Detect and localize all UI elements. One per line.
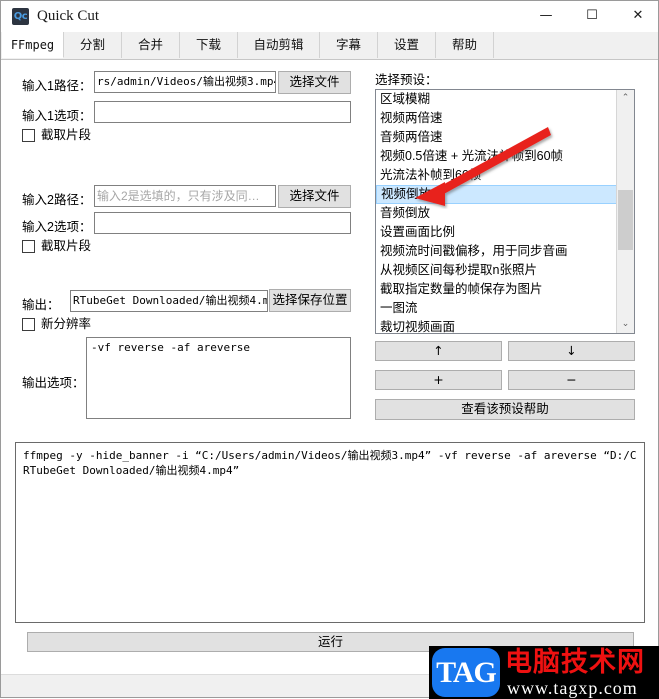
tab-settings[interactable]: 设置 [378, 32, 436, 58]
input1-path-field[interactable]: rs/admin/Videos/输出视频3.mp4 [94, 71, 276, 93]
watermark-site-name: 电脑技术网 [505, 647, 645, 678]
tab-help[interactable]: 帮助 [436, 32, 494, 58]
output-path-field[interactable]: RTubeGet Downloaded/输出视频4.mp4 [70, 290, 268, 312]
input2-choose-file-button[interactable]: 选择文件 [278, 185, 351, 208]
input2-options-label: 输入2选项： [22, 220, 92, 234]
preset-item-4[interactable]: 光流法补帧到60帧 [376, 166, 617, 185]
maximize-button[interactable]: ☐ [569, 1, 615, 31]
output-options-label: 输出选项： [22, 376, 85, 390]
input2-clip-label: 截取片段 [41, 239, 92, 253]
preset-item-0[interactable]: 区域模糊 [376, 90, 617, 109]
preset-listbox[interactable]: 区域模糊 视频两倍速 音频两倍速 视频0.5倍速 + 光流法补帧到60帧 光流法… [375, 89, 635, 334]
tab-merge[interactable]: 合并 [122, 32, 180, 58]
minimize-button[interactable]: — [523, 1, 569, 31]
preset-item-6[interactable]: 音频倒放 [376, 204, 617, 223]
choose-save-location-button[interactable]: 选择保存位置 [269, 289, 351, 312]
input1-options-label: 输入1选项： [22, 109, 92, 123]
input2-path-field[interactable]: 输入2是选填的，只有涉及同… [94, 185, 276, 207]
tab-split[interactable]: 分割 [64, 32, 122, 58]
input2-options-field[interactable] [94, 212, 351, 234]
tab-subtitle[interactable]: 字幕 [320, 32, 378, 58]
watermark-badge-text: TAG [436, 656, 497, 689]
input2-clip-checkbox[interactable] [22, 240, 35, 253]
close-button[interactable]: ✕ [615, 1, 659, 31]
preset-help-button[interactable]: 查看该预设帮助 [375, 399, 635, 420]
input1-path-label: 输入1路径： [22, 79, 92, 93]
input2-path-label: 输入2路径： [22, 193, 92, 207]
watermark-url: www.tagxp.com [507, 678, 638, 698]
preset-item-1[interactable]: 视频两倍速 [376, 109, 617, 128]
scroll-down-icon[interactable]: ⌄ [617, 316, 634, 333]
output-options-textarea[interactable]: -vf reverse -af areverse [86, 337, 351, 419]
preset-remove-button[interactable]: − [508, 370, 635, 390]
quick-cut-window: Qc Quick Cut — ☐ ✕ FFmpeg 分割 合并 下载 自动剪辑 … [0, 0, 659, 699]
input1-clip-label: 截取片段 [41, 128, 92, 142]
window-title: Quick Cut [37, 8, 100, 24]
preset-item-2[interactable]: 音频两倍速 [376, 128, 617, 147]
preset-item-9[interactable]: 从视频区间每秒提取n张照片 [376, 261, 617, 280]
preset-item-11[interactable]: 一图流 [376, 299, 617, 318]
input1-clip-checkbox[interactable] [22, 129, 35, 142]
app-logo-icon: Qc [12, 8, 29, 25]
preset-item-3[interactable]: 视频0.5倍速 + 光流法补帧到60帧 [376, 147, 617, 166]
tab-auto-edit[interactable]: 自动剪辑 [238, 32, 320, 58]
preset-add-button[interactable]: + [375, 370, 502, 390]
input1-choose-file-button[interactable]: 选择文件 [278, 71, 351, 94]
preset-scrollbar[interactable]: ⌃ ⌄ [616, 90, 634, 333]
preset-item-12[interactable]: 裁切视频画面 [376, 318, 617, 333]
new-resolution-label: 新分辨率 [41, 317, 92, 331]
watermark: TAG 电脑技术网 www.tagxp.com [429, 646, 659, 699]
preset-list: 区域模糊 视频两倍速 音频两倍速 视频0.5倍速 + 光流法补帧到60帧 光流法… [376, 90, 617, 333]
preset-move-down-button[interactable]: ↓ [508, 341, 635, 361]
tab-ffmpeg[interactable]: FFmpeg [2, 32, 64, 58]
preset-section-title: 选择预设： [375, 73, 438, 87]
output-label: 输出： [22, 298, 60, 312]
scroll-up-icon[interactable]: ⌃ [617, 90, 634, 107]
preset-move-up-button[interactable]: ↑ [375, 341, 502, 361]
watermark-badge-icon: TAG [432, 648, 500, 697]
tab-bar: FFmpeg 分割 合并 下载 自动剪辑 字幕 设置 帮助 [1, 32, 658, 60]
preset-item-5-selected[interactable]: 视频倒放 [376, 185, 617, 204]
preset-item-10[interactable]: 截取指定数量的帧保存为图片 [376, 280, 617, 299]
command-preview-box[interactable]: ffmpeg -y -hide_banner -i “C:/Users/admi… [15, 442, 645, 623]
input1-options-field[interactable] [94, 101, 351, 123]
new-resolution-checkbox[interactable] [22, 318, 35, 331]
preset-item-8[interactable]: 视频流时间戳偏移，用于同步音画 [376, 242, 617, 261]
title-bar: Qc Quick Cut — ☐ ✕ [1, 1, 658, 33]
preset-item-7[interactable]: 设置画面比例 [376, 223, 617, 242]
tab-download[interactable]: 下载 [180, 32, 238, 58]
scrollbar-thumb[interactable] [618, 190, 633, 250]
